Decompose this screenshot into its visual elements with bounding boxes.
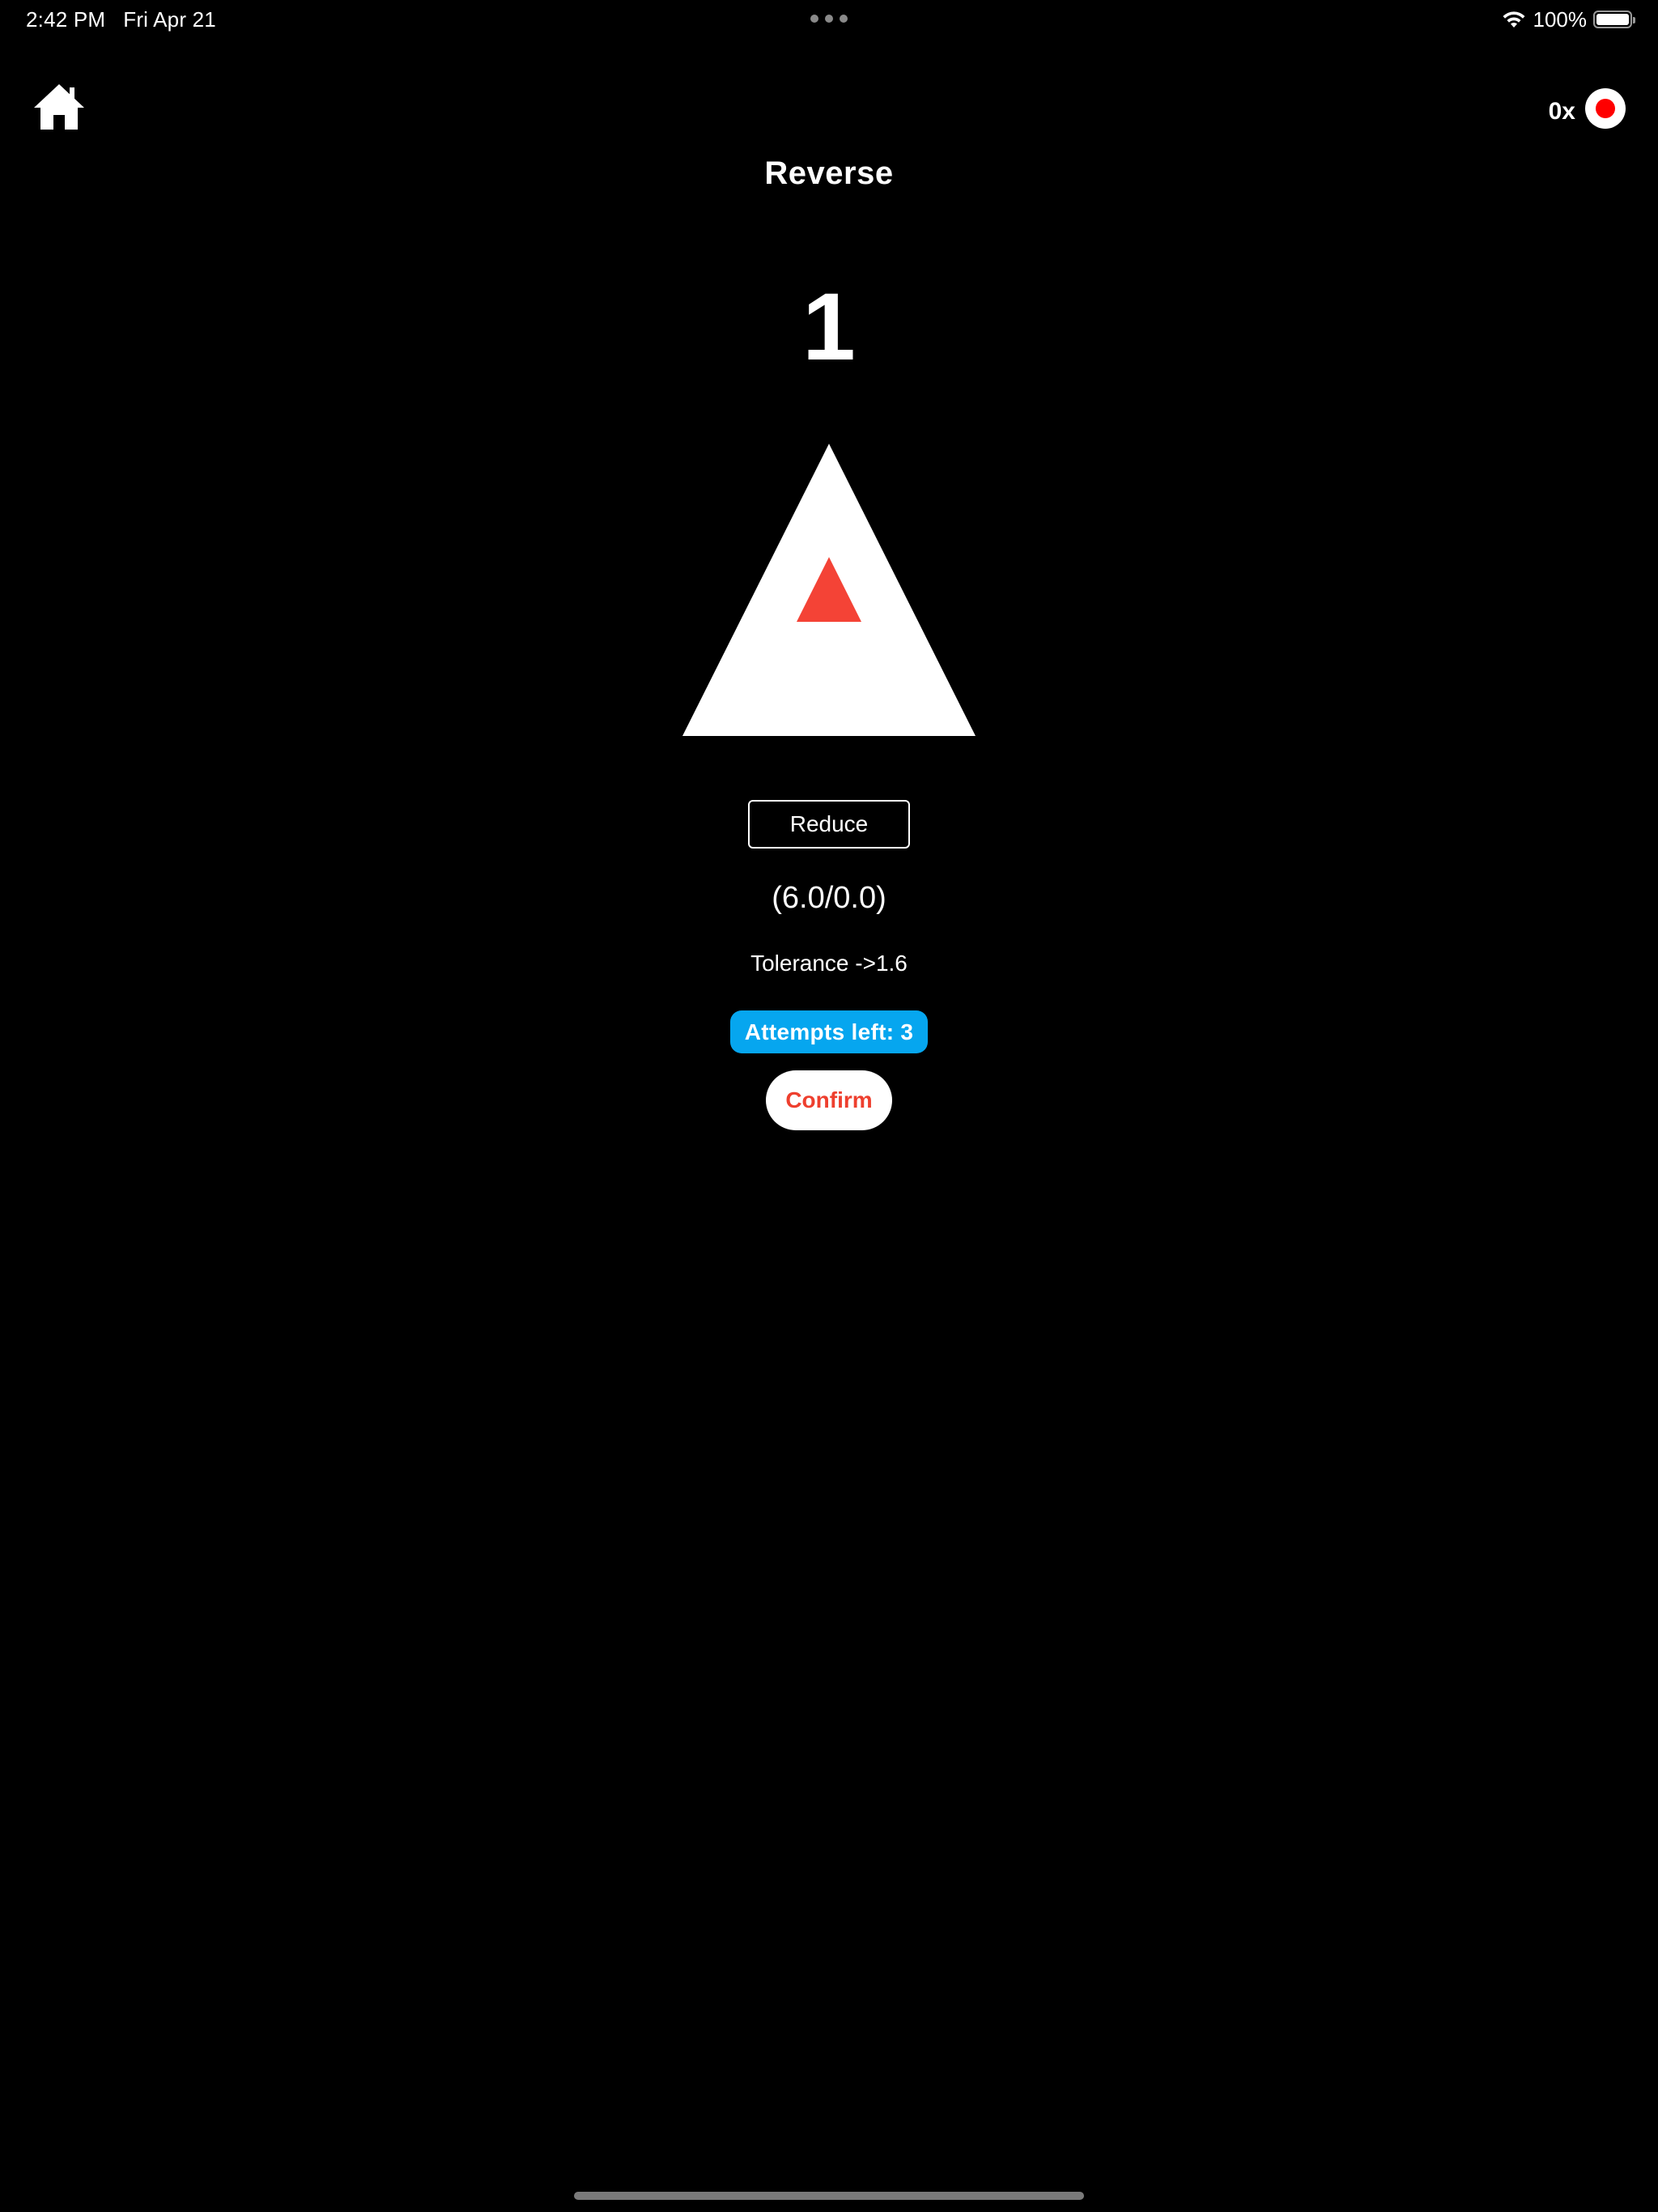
- status-bar-right: 100%: [1501, 5, 1635, 34]
- attempts-badge: Attempts left: 3: [730, 1010, 928, 1053]
- status-date: Fri Apr 21: [123, 6, 216, 32]
- multitasking-dots-icon[interactable]: [810, 13, 848, 24]
- confirm-button[interactable]: Confirm: [766, 1070, 892, 1130]
- home-button[interactable]: [32, 83, 86, 131]
- battery-fill: [1596, 14, 1629, 25]
- wifi-icon: [1503, 11, 1524, 28]
- record-icon: [1596, 99, 1615, 118]
- level-number: 1: [802, 274, 856, 381]
- record-button[interactable]: [1585, 88, 1626, 129]
- coordinates-readout: (6.0/0.0): [772, 881, 886, 915]
- counter-value: 0x: [1548, 98, 1575, 125]
- page-title: Reverse: [764, 155, 894, 191]
- counter-group: 0x: [1549, 87, 1626, 130]
- battery-percent: 100%: [1533, 6, 1588, 32]
- status-time: 2:42 PM: [26, 6, 106, 32]
- home-icon: [34, 84, 84, 130]
- reduce-button[interactable]: Reduce: [748, 800, 910, 849]
- tolerance-text: Tolerance ->1.6: [750, 951, 908, 976]
- shape-canvas[interactable]: [682, 444, 976, 736]
- battery-icon: [1593, 11, 1635, 28]
- status-bar-left: 2:42 PM Fri Apr 21: [26, 5, 216, 34]
- home-indicator[interactable]: [574, 2192, 1084, 2200]
